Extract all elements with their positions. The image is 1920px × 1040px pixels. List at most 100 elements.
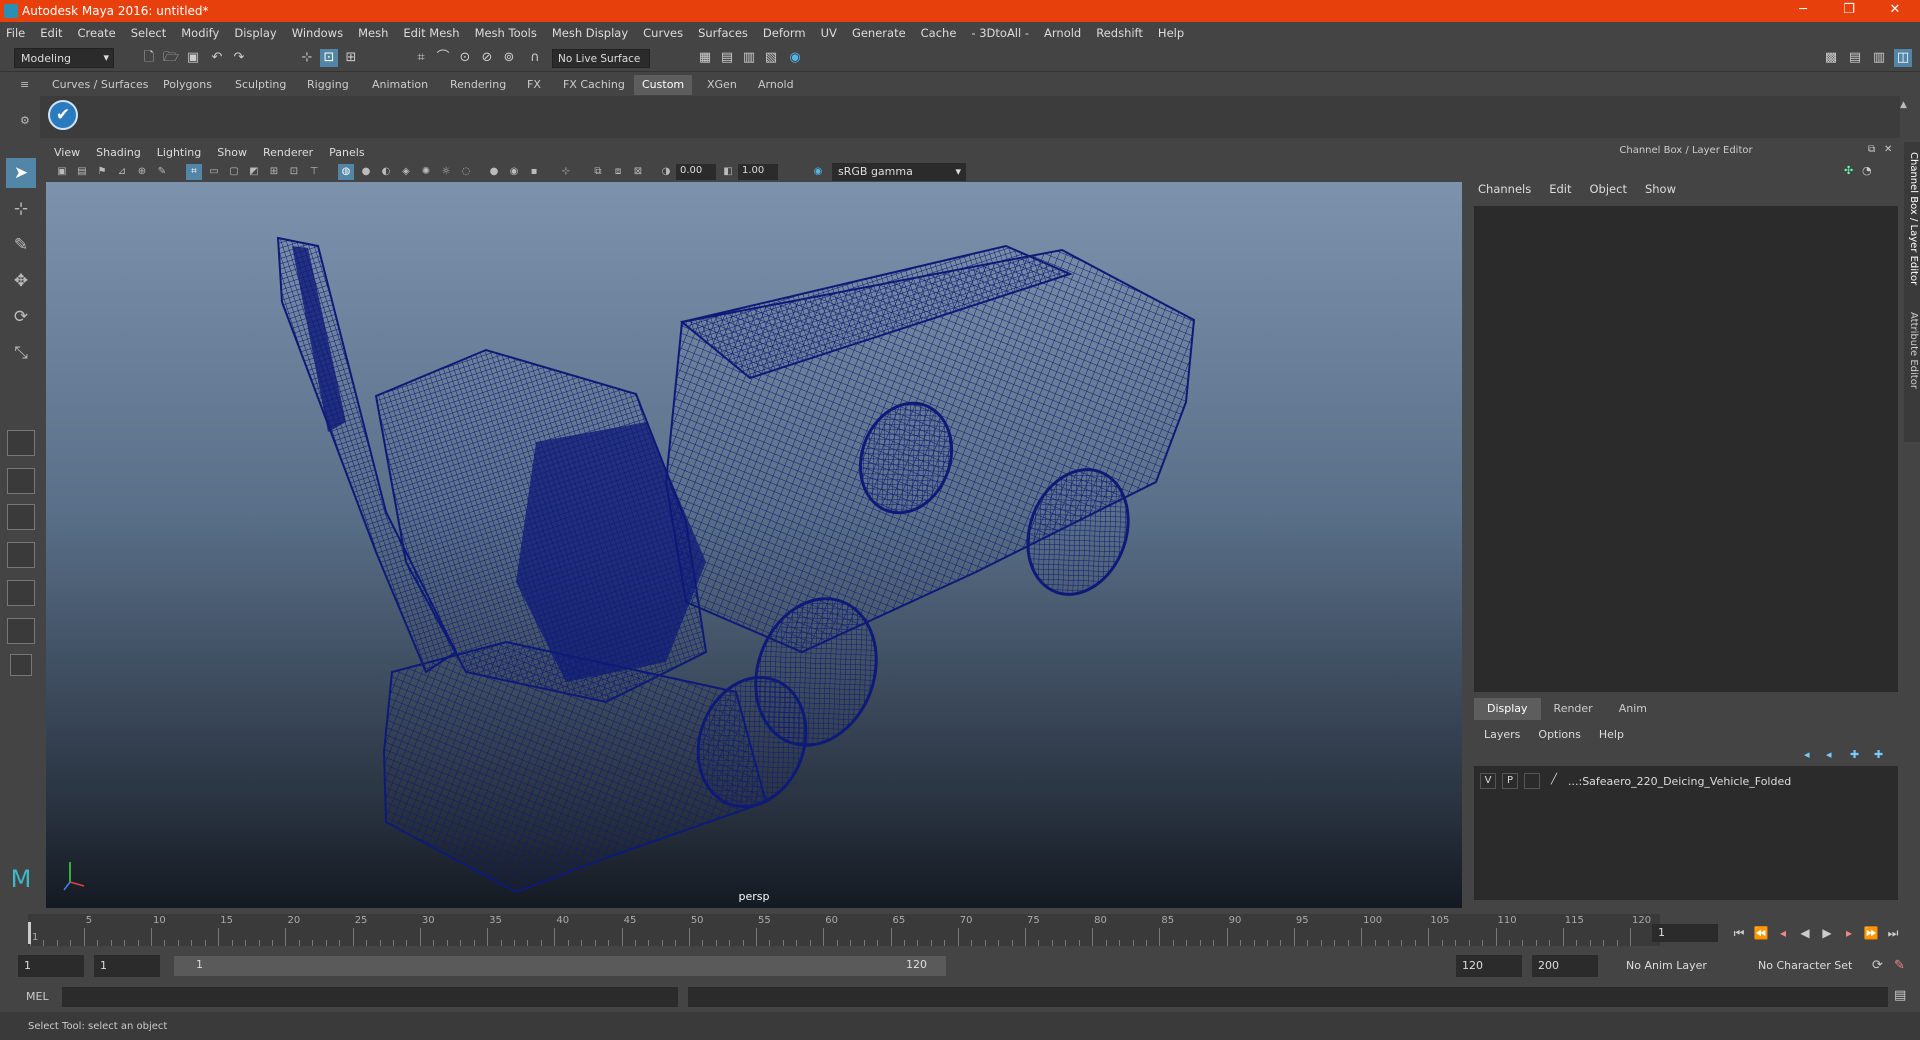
viewport-menu-show[interactable]: Show <box>217 146 247 159</box>
redo-icon[interactable]: ↷ <box>230 49 248 67</box>
menu-modify[interactable]: Modify <box>181 26 219 40</box>
safe-title-icon[interactable]: ⊤ <box>306 164 322 180</box>
layer-playback-toggle[interactable]: P <box>1502 773 1518 789</box>
render-settings-icon[interactable]: ▧ <box>762 49 780 67</box>
shelf-tab-rigging[interactable]: Rigging <box>299 75 357 95</box>
channel-box-area[interactable] <box>1474 206 1898 692</box>
image-plane-icon[interactable]: ⊿ <box>114 164 130 180</box>
move-layer-up-icon[interactable]: ◂ <box>1804 748 1810 761</box>
step-back-frame-icon[interactable]: ⏪ <box>1752 924 1770 942</box>
menu-mesh-tools[interactable]: Mesh Tools <box>475 26 537 40</box>
grease-pencil-icon[interactable]: ✎ <box>154 164 170 180</box>
menu-create[interactable]: Create <box>78 26 116 40</box>
shelf-tab-animation[interactable]: Animation <box>364 75 436 95</box>
safe-action-icon[interactable]: ⊡ <box>286 164 302 180</box>
modeling-toolkit-icon[interactable]: ▩ <box>1822 49 1840 67</box>
rotate-tool-icon[interactable]: ⟳ <box>6 302 36 332</box>
current-frame-field[interactable]: 1 <box>1652 924 1718 942</box>
menu-generate[interactable]: Generate <box>852 26 906 40</box>
shelf-tab-fx-caching[interactable]: FX Caching <box>555 75 633 95</box>
mel-input[interactable] <box>62 987 678 1007</box>
xray-components-icon[interactable]: ⊠ <box>630 164 646 180</box>
snap-grid-icon[interactable]: ⌗ <box>412 49 430 67</box>
side-tab-attribute-editor[interactable]: Attribute Editor <box>1905 312 1919 389</box>
play-forwards-icon[interactable]: ▶ <box>1818 924 1836 942</box>
select-by-hierarchy-icon[interactable]: ⊹ <box>298 49 316 67</box>
tool-settings-toggle-icon[interactable]: ▥ <box>1870 49 1888 67</box>
layer-display-type[interactable] <box>1524 773 1540 789</box>
field-chart-icon[interactable]: ⊞ <box>266 164 282 180</box>
shelf-tab-sculpting[interactable]: Sculpting <box>227 75 294 95</box>
snap-curve-icon[interactable]: ⌒ <box>434 49 452 67</box>
shelf-tab-polygons[interactable]: Polygons <box>155 75 220 95</box>
textured-icon[interactable]: ◈ <box>398 164 414 180</box>
layer-options-menu[interactable]: Options <box>1538 728 1580 741</box>
menu-edit-mesh[interactable]: Edit Mesh <box>403 26 459 40</box>
viewport-menu-lighting[interactable]: Lighting <box>157 146 201 159</box>
start-time-field[interactable]: 1 <box>18 955 84 977</box>
tab-display[interactable]: Display <box>1474 698 1541 720</box>
end-time-field[interactable]: 200 <box>1532 955 1598 977</box>
channel-show-menu[interactable]: Show <box>1645 182 1676 196</box>
menu-arnold[interactable]: Arnold <box>1044 26 1081 40</box>
viewport-menu-view[interactable]: View <box>54 146 80 159</box>
layers-menu[interactable]: Layers <box>1484 728 1520 741</box>
layer-row[interactable]: V P ╱ ...:Safeaero_220_Deicing_Vehicle_F… <box>1480 772 1890 790</box>
scale-tool-icon[interactable]: ⤡ <box>6 338 36 368</box>
ipr-render-icon[interactable]: ▥ <box>740 49 758 67</box>
gate-mask-icon[interactable]: ◩ <box>246 164 262 180</box>
tab-anim[interactable]: Anim <box>1606 698 1660 720</box>
go-to-end-icon[interactable]: ⏭ <box>1884 924 1902 942</box>
persp-graph-layout-icon[interactable] <box>7 542 35 568</box>
exposure-icon[interactable]: ◑ <box>658 164 674 180</box>
persp-outliner-layout-icon[interactable] <box>7 504 35 530</box>
time-slider-bar[interactable]: 1 5 10 15 20 25 30 35 40 45 50 55 60 65 70 75 80 85 90 95 10… <box>28 914 1660 946</box>
restore-button[interactable]: ❐ <box>1826 0 1872 22</box>
wireframe-on-shaded-icon[interactable]: ◐ <box>378 164 394 180</box>
menu-edit[interactable]: Edit <box>40 26 62 40</box>
shelf-tab-fx[interactable]: FX <box>519 75 549 95</box>
viewport-menu-renderer[interactable]: Renderer <box>263 146 313 159</box>
xray-icon[interactable]: ⧉ <box>590 164 606 180</box>
side-tab-channel-box[interactable]: Channel Box / Layer Editor <box>1905 152 1919 285</box>
screen-space-ao-icon[interactable]: ◌ <box>458 164 474 180</box>
single-perspective-layout-icon[interactable] <box>7 430 35 456</box>
layer-visibility-toggle[interactable]: V <box>1480 773 1496 789</box>
bookmark-icon[interactable]: ⚑ <box>94 164 110 180</box>
select-by-object-icon[interactable]: ⊡ <box>320 49 338 67</box>
shelf-settings-icon[interactable]: ⚙ <box>20 114 30 127</box>
playback-start-field[interactable]: 1 <box>94 955 160 977</box>
viewport-panel[interactable]: persp <box>46 182 1462 908</box>
speed-icon[interactable]: ◔ <box>1862 164 1872 177</box>
step-forward-key-icon[interactable]: ▸ <box>1840 924 1858 942</box>
manipulator-icon[interactable]: ✣ <box>1844 164 1853 177</box>
snap-view-plane-icon[interactable]: ⊘ <box>478 49 496 67</box>
layer-color-swatch[interactable]: ╱ <box>1546 773 1562 789</box>
color-space-dropdown[interactable]: sRGB gamma ▾ <box>832 163 966 181</box>
hypershade-icon[interactable]: ◉ <box>786 49 804 67</box>
live-surface-field[interactable]: No Live Surface <box>552 49 650 68</box>
script-editor-icon[interactable]: ▤ <box>1894 988 1906 1003</box>
open-scene-icon[interactable]: 🗁 <box>162 49 180 67</box>
new-empty-layer-icon[interactable]: ✚ <box>1850 748 1859 761</box>
animation-preferences-icon[interactable]: ✎ <box>1894 958 1905 973</box>
viewport-menu-shading[interactable]: Shading <box>96 146 141 159</box>
menu-file[interactable]: File <box>6 26 25 40</box>
shelf-tab-custom[interactable]: Custom <box>634 75 693 95</box>
exposure-field[interactable]: 0.00 <box>676 164 716 180</box>
float-panel-icon[interactable]: ⧉ <box>1868 144 1875 155</box>
menu-windows[interactable]: Windows <box>292 26 343 40</box>
shelf-tab-xgen[interactable]: XGen <box>699 75 745 95</box>
use-all-lights-icon[interactable]: ✺ <box>418 164 434 180</box>
lasso-tool-icon[interactable]: ⊹ <box>6 194 36 224</box>
gamma-field[interactable]: 1.00 <box>738 164 778 180</box>
gamma-icon[interactable]: ◧ <box>720 164 736 180</box>
camera-attributes-icon[interactable]: ▤ <box>74 164 90 180</box>
color-management-icon[interactable]: ◉ <box>810 164 826 180</box>
render-frame-icon[interactable]: ▤ <box>718 49 736 67</box>
step-forward-frame-icon[interactable]: ⏩ <box>1862 924 1880 942</box>
new-layer-selected-icon[interactable]: ✚ <box>1874 748 1883 761</box>
mode-selector[interactable]: Modeling ▾ <box>14 48 114 68</box>
menu-surfaces[interactable]: Surfaces <box>698 26 748 40</box>
paint-select-tool-icon[interactable]: ✎ <box>6 230 36 260</box>
